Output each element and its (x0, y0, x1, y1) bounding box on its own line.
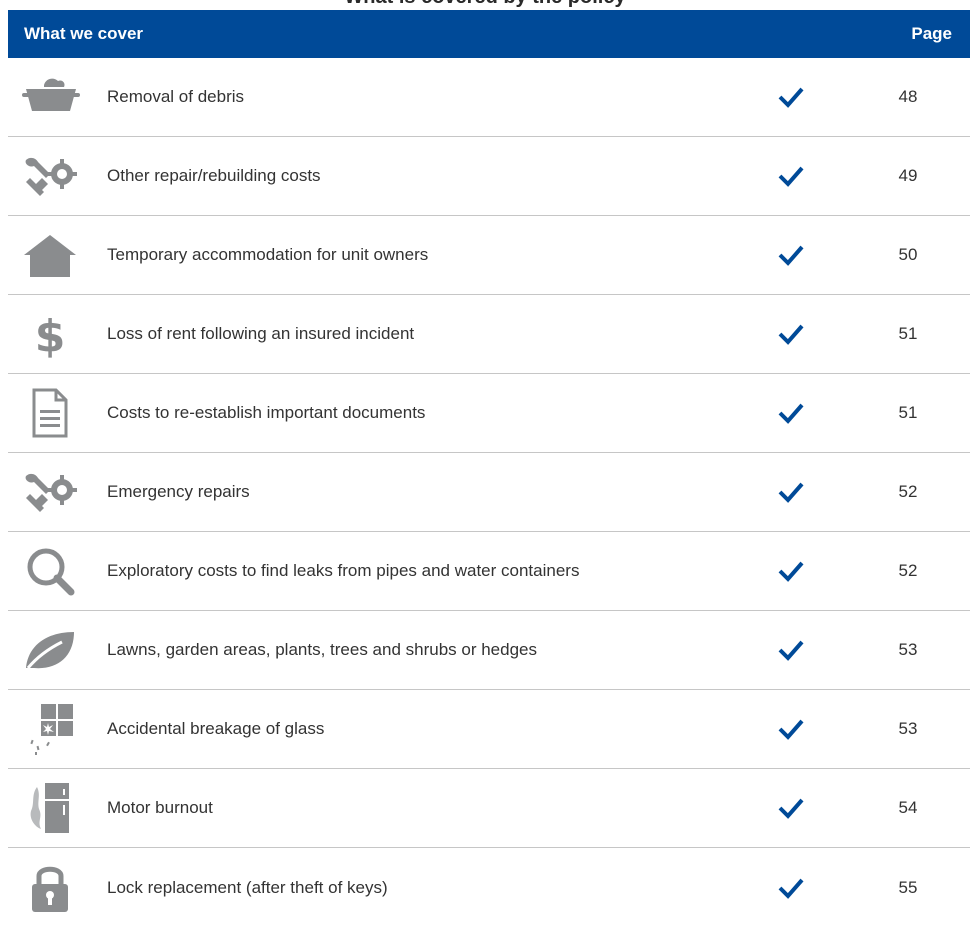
table-row: Lawns, garden areas, plants, trees and s… (8, 611, 970, 690)
check-icon (778, 719, 804, 740)
check-icon (778, 87, 804, 108)
table-row: Costs to re-establish important document… (8, 374, 970, 453)
repair-tools-icon (20, 149, 80, 203)
table-row: $ Loss of rent following an insured inci… (8, 295, 970, 374)
header-page: Page (911, 24, 952, 43)
debris-icon (20, 70, 80, 124)
check-icon (778, 245, 804, 266)
row-page: 53 (898, 719, 918, 738)
row-page: 50 (898, 245, 918, 264)
row-label: Temporary accommodation for unit owners (107, 245, 429, 264)
table-header: What we cover Page (8, 10, 970, 58)
padlock-icon (20, 861, 80, 915)
row-label: Emergency repairs (107, 482, 250, 501)
row-page: 55 (898, 877, 918, 897)
row-page: 49 (898, 166, 918, 185)
row-label: Motor burnout (107, 798, 213, 817)
broken-glass-icon (20, 702, 80, 756)
table-row: Temporary accommodation for unit owners … (8, 216, 970, 295)
check-icon (778, 324, 804, 345)
page-title-clipped: What is covered by the policy (0, 0, 970, 10)
row-page: 52 (898, 561, 918, 580)
table-row: Removal of debris 48 (8, 58, 970, 137)
row-page: 52 (898, 482, 918, 501)
page-title-text: What is covered by the policy (0, 0, 970, 9)
coverage-table: Removal of debris 48 Other repair/rebuil… (8, 58, 970, 927)
check-icon (778, 403, 804, 424)
repair-tools-icon (20, 465, 80, 519)
fridge-burnout-icon (20, 781, 80, 835)
row-page: 51 (898, 403, 918, 422)
row-page: 51 (898, 324, 918, 343)
leaf-icon (20, 623, 80, 677)
row-page: 48 (898, 87, 918, 106)
header-what-we-cover: What we cover (24, 24, 144, 43)
check-icon (778, 798, 804, 819)
magnifier-icon (20, 544, 80, 598)
check-icon (778, 482, 804, 503)
table-row: Lock replacement (after theft of keys) 5… (8, 848, 970, 927)
check-icon (778, 166, 804, 187)
table-row: Emergency repairs 52 (8, 453, 970, 532)
row-label: Removal of debris (107, 87, 245, 106)
check-icon (778, 561, 804, 582)
check-icon (778, 640, 804, 661)
row-label: Other repair/rebuilding costs (107, 166, 321, 185)
row-page: 54 (898, 798, 918, 817)
house-icon (20, 228, 80, 282)
row-label: Loss of rent following an insured incide… (107, 324, 415, 343)
row-label: Costs to re-establish important document… (107, 403, 426, 422)
table-row: Exploratory costs to find leaks from pip… (8, 532, 970, 611)
document-icon (20, 386, 80, 440)
svg-text:$: $ (35, 311, 66, 359)
dollar-icon: $ (20, 307, 80, 361)
row-label: Lawns, garden areas, plants, trees and s… (107, 640, 537, 659)
check-icon (778, 878, 804, 899)
row-label: Lock replacement (after theft of keys) (107, 877, 388, 897)
row-label: Accidental breakage of glass (107, 719, 325, 738)
table-row: Accidental breakage of glass 53 (8, 690, 970, 769)
row-page: 53 (898, 640, 918, 659)
row-label: Exploratory costs to find leaks from pip… (107, 561, 580, 580)
table-row: Motor burnout 54 (8, 769, 970, 848)
table-row: Other repair/rebuilding costs 49 (8, 137, 970, 216)
